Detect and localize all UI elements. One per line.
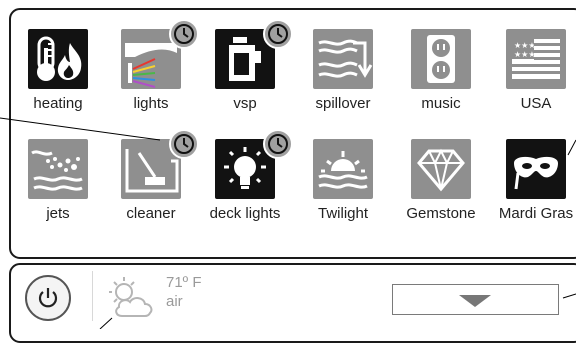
- tile-spillover[interactable]: spillover: [295, 22, 391, 122]
- tile-label: Mardi Gras: [498, 205, 574, 222]
- tile-heating[interactable]: heating: [10, 22, 106, 122]
- tile-label: spillover: [315, 95, 371, 112]
- diamond-icon: [411, 139, 471, 199]
- weather-source: air: [166, 293, 183, 310]
- tile-label: USA: [520, 95, 552, 112]
- power-icon: [38, 288, 58, 308]
- tile-lights[interactable]: lights: [103, 19, 199, 122]
- usa-flag-icon: ★★★ ★★★: [506, 29, 566, 89]
- mask-icon: [506, 139, 566, 199]
- tile-music[interactable]: music: [393, 22, 489, 122]
- schedule-clock-icon: [263, 19, 293, 49]
- weather-temperature: 71º F: [166, 274, 202, 291]
- schedule-clock-icon: [169, 19, 199, 49]
- tile-mardi-gras[interactable]: Mardi Gras: [488, 132, 576, 232]
- schedule-clock-icon: [263, 129, 293, 159]
- spillover-icon: [313, 29, 373, 89]
- divider: [92, 271, 93, 321]
- partly-cloudy-icon: [109, 277, 153, 317]
- thermometer-flame-icon: [28, 29, 88, 89]
- tile-gemstone[interactable]: Gemstone: [393, 132, 489, 232]
- sunset-icon: [313, 139, 373, 199]
- schedule-clock-icon: [169, 129, 199, 159]
- expand-dropdown[interactable]: [392, 284, 559, 315]
- svg-text:★★★: ★★★: [514, 41, 536, 50]
- jets-icon: [28, 139, 88, 199]
- power-button[interactable]: [25, 275, 71, 321]
- tile-vsp[interactable]: vsp: [197, 19, 293, 122]
- tile-label: deck lights: [209, 205, 281, 222]
- svg-text:★★★: ★★★: [514, 50, 536, 59]
- tile-usa[interactable]: ★★★ ★★★ USA: [488, 22, 576, 122]
- outlet-icon: [411, 29, 471, 89]
- chevron-down-icon: [459, 295, 491, 307]
- tile-label: vsp: [233, 95, 257, 112]
- tile-jets[interactable]: jets: [10, 132, 106, 232]
- tile-twilight[interactable]: Twilight: [295, 132, 391, 232]
- tile-cleaner[interactable]: cleaner: [103, 129, 199, 232]
- tile-label: Twilight: [317, 205, 369, 222]
- tile-deck-lights[interactable]: deck lights: [197, 129, 293, 232]
